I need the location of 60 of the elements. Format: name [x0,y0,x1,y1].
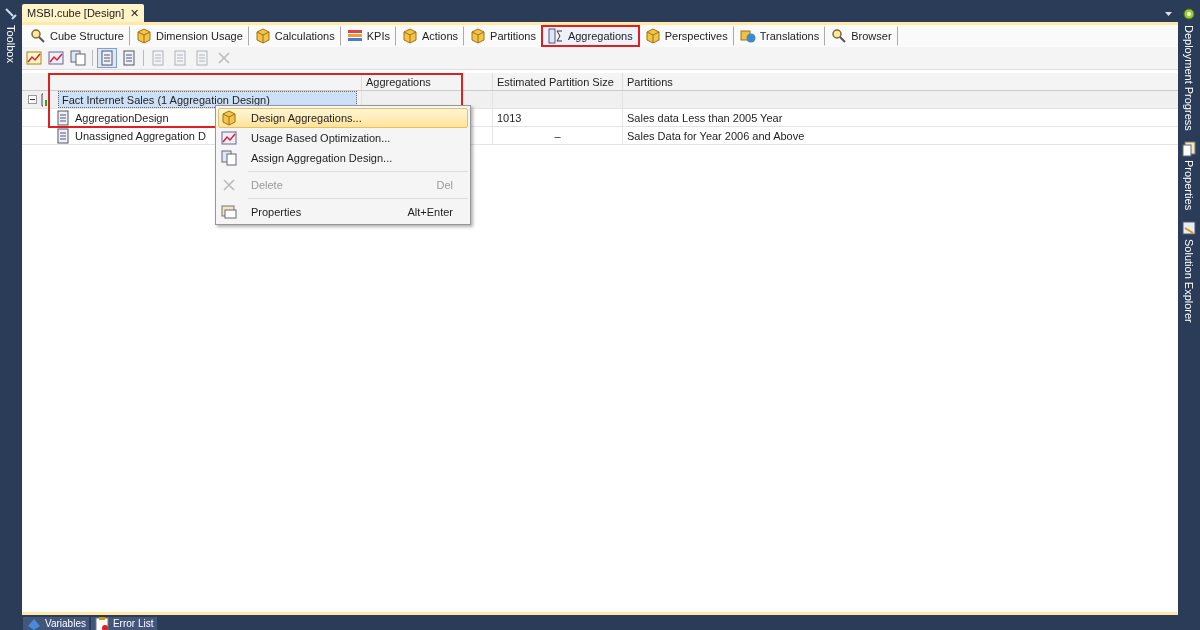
bars-icon [346,28,363,44]
panel-tab[interactable]: Toolbox [2,4,20,65]
close-icon[interactable]: ✕ [130,6,140,20]
sigma-icon [547,28,564,44]
window-icon [221,204,237,220]
document-icon [172,50,188,66]
close-icon [221,177,237,193]
menu-item[interactable]: Design Aggregations... [218,108,468,128]
table-cell: 1013 [492,109,622,126]
clipboard-icon [93,615,110,630]
close-icon [216,50,232,66]
dropdown-icon[interactable] [1165,12,1172,16]
document-tab[interactable]: MSBI.cube [Design] ✕ [22,4,145,22]
cube-icon [136,28,152,44]
magnifier-icon [831,28,848,44]
panel-tab[interactable]: Deployment Progress [1180,4,1198,133]
chart-icon [48,50,64,66]
designer-tab[interactable]: Perspectives [638,26,734,46]
designer-tab[interactable]: Actions [395,26,465,46]
document-icon [99,50,115,66]
menu-item[interactable]: Assign Aggregation Design... [218,148,468,168]
designer-tab[interactable]: Cube Structure [24,26,130,46]
cube-icon [470,28,487,44]
magnifier-icon [30,28,46,44]
table-cell: Sales data Less than 2005 Year [622,109,1178,126]
column-header[interactable]: Aggregations [361,73,492,90]
collapse-icon[interactable] [28,95,37,104]
cube-icon [221,110,237,126]
column-header[interactable]: Partitions [622,73,1178,90]
document-icon [150,50,166,66]
toolbar-button[interactable] [97,48,117,68]
table-cell: – [492,127,622,144]
menu-item[interactable]: Properties Alt+Enter [218,202,468,222]
document-title: MSBI.cube [Design] [27,7,125,19]
panel-tab[interactable]: Error List [90,617,157,630]
column-header[interactable]: Estimated Partition Size [492,73,622,90]
panel-tab[interactable]: Variables [23,617,89,630]
copy-icon [70,50,86,66]
table-cell: Sales Data for Year 2006 and Above [622,127,1178,144]
designer-tab[interactable]: Dimension Usage [130,26,249,46]
copy-icon [221,150,237,166]
designer-tab[interactable]: Browser [825,26,898,46]
document-icon [121,50,137,66]
toolbar-button[interactable] [68,48,88,68]
cube-icon [401,28,418,44]
window-icon [1181,140,1197,157]
panel-tab[interactable]: Solution Explorer [1180,217,1198,325]
toolbar-button[interactable] [46,48,66,68]
designer-tab[interactable]: Aggregations [541,26,639,46]
designer-tab[interactable]: KPIs [340,26,396,46]
wrench-icon [3,6,19,22]
cube-icon [644,28,661,44]
menu-item[interactable]: Usage Based Optimization... [218,128,468,148]
cube-icon [254,28,271,44]
panel-tab[interactable]: Properties [1180,138,1198,212]
designer-tab[interactable]: Calculations [248,26,341,46]
chart-icon [221,130,237,146]
designer-tab[interactable]: Translations [733,26,826,46]
document-icon [194,50,210,66]
document-icon [55,127,71,144]
